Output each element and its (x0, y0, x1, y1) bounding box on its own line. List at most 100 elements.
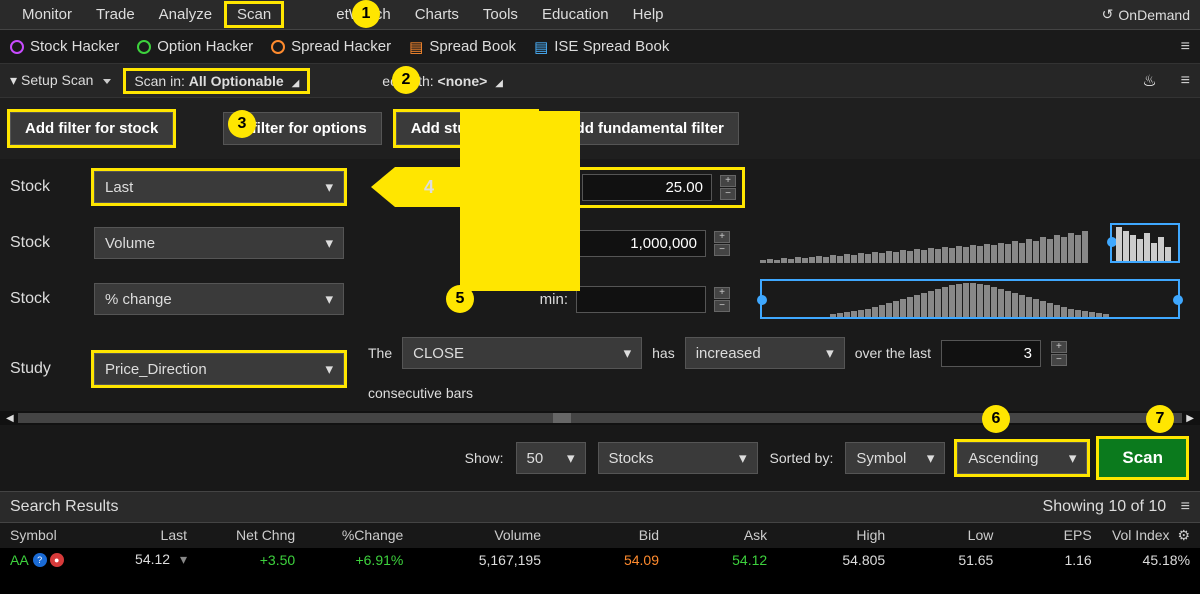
alert-icon[interactable]: ● (50, 553, 64, 567)
filter-field-dropdown[interactable]: % change▾ (94, 283, 344, 315)
cell-symbol: AA ? ● (10, 552, 79, 568)
add-fundamental-filter-button[interactable]: Add fundamental filter (550, 112, 739, 145)
sort-order-dropdown[interactable]: Ascending▾ (957, 442, 1087, 474)
step-up-button[interactable]: + (714, 231, 730, 243)
col-ask[interactable]: Ask (659, 527, 767, 544)
step-up-button[interactable]: + (1051, 341, 1067, 353)
study-direction-dropdown[interactable]: increased▾ (685, 337, 845, 369)
min-group: min: + − (518, 286, 730, 313)
consecutive-bars-label: consecutive bars (368, 385, 1190, 401)
stepper: + − (720, 175, 736, 200)
add-study-filter-button[interactable]: Add study filter (396, 112, 536, 145)
table-row[interactable]: AA ? ● 54.12 ▾ +3.50 +6.91% 5,167,195 54… (0, 548, 1200, 571)
ondemand-button[interactable]: ↺ OnDemand (1102, 6, 1190, 23)
horizontal-scrollbar[interactable]: ◀ ▶ (0, 411, 1200, 425)
callout-badge-5: 5 (446, 285, 474, 313)
histogram-pctchange[interactable] (760, 279, 1180, 319)
min-input[interactable] (582, 174, 712, 201)
scroll-right-icon[interactable]: ▶ (1186, 413, 1194, 424)
range-handle-right[interactable] (1173, 295, 1183, 305)
subtab-option-hacker[interactable]: Option Hacker (137, 38, 253, 55)
chevron-down-icon[interactable]: ▾ (180, 551, 187, 567)
show-kind-dropdown[interactable]: Stocks▾ (598, 442, 758, 474)
sizzle-icon[interactable]: ♨ (1142, 71, 1156, 91)
min-label: min: (524, 179, 574, 196)
info-icon[interactable]: ? (33, 553, 47, 567)
filter-field-dropdown[interactable]: Volume▾ (94, 227, 344, 259)
top-tab-monitor[interactable]: Monitor (10, 2, 84, 27)
subtab-ise-spread-book[interactable]: ▤ ISE Spread Book (534, 38, 669, 56)
sorted-by-label: Sorted by: (770, 450, 834, 466)
subtab-spread-book[interactable]: ▤ Spread Book (409, 38, 516, 56)
histogram-volume (760, 223, 1180, 263)
callout-badge-7: 7 (1146, 405, 1174, 433)
min-input[interactable] (576, 286, 706, 313)
study-row: Study Price_Direction▾ The CLOSE▾ has in… (0, 327, 1200, 411)
step-down-button[interactable]: − (714, 300, 730, 312)
cell-netchng: +3.50 (187, 552, 295, 568)
col-volindex[interactable]: Vol Index ⚙ (1092, 527, 1190, 544)
add-filter-stock-button[interactable]: Add filter for stock (10, 112, 173, 145)
cell-pctchange: +6.91% (295, 552, 403, 568)
filter-type-label: Stock (10, 290, 80, 308)
scroll-left-icon[interactable]: ◀ (6, 413, 14, 424)
col-symbol[interactable]: Symbol (10, 527, 79, 544)
setup-scan-dropdown[interactable]: ▾Setup Scan (10, 72, 111, 89)
col-low[interactable]: Low (885, 527, 993, 544)
menu-icon[interactable]: ≡ (1181, 38, 1190, 56)
results-header: Search Results Showing 10 of 10 ≡ (0, 491, 1200, 523)
top-tab-tools[interactable]: Tools (471, 2, 530, 27)
show-label: Show: (465, 450, 504, 466)
col-eps[interactable]: EPS (993, 527, 1091, 544)
step-up-button[interactable]: + (720, 175, 736, 187)
min-input[interactable] (576, 230, 706, 257)
histogram-selection[interactable] (1110, 223, 1180, 263)
show-bar: Show: 50▾ Stocks▾ Sorted by: Symbol▾ Asc… (0, 425, 1200, 491)
top-tab-help[interactable]: Help (621, 2, 676, 27)
top-tab-scan[interactable]: Scan (224, 1, 284, 28)
col-bid[interactable]: Bid (541, 527, 659, 544)
step-down-button[interactable]: − (714, 244, 730, 256)
top-tab-charts[interactable]: Charts (403, 2, 471, 27)
cell-last: 54.12 ▾ (79, 551, 187, 568)
col-last[interactable]: Last (79, 527, 187, 544)
col-high[interactable]: High (767, 527, 885, 544)
top-tab-education[interactable]: Education (530, 2, 621, 27)
step-down-button[interactable]: − (720, 188, 736, 200)
filter-row-volume: Stock Volume▾ min: + − (0, 215, 1200, 271)
min-group: min: + − (518, 230, 730, 257)
study-bars-input[interactable] (941, 340, 1041, 367)
subtab-spread-hacker[interactable]: Spread Hacker (271, 38, 391, 55)
subtab-stock-hacker[interactable]: Stock Hacker (10, 38, 119, 55)
clock-icon: ↺ (1102, 6, 1114, 23)
col-netchng[interactable]: Net Chng (187, 527, 295, 544)
top-menu-bar: Monitor Trade Analyze Scan 1 etWatch Cha… (0, 0, 1200, 30)
target-icon (10, 40, 24, 54)
stepper: + − (1051, 341, 1067, 366)
cell-ask: 54.12 (659, 552, 767, 568)
scan-button[interactable]: Scan (1099, 439, 1186, 477)
top-tab-analyze[interactable]: Analyze (147, 2, 224, 27)
col-pctchange[interactable]: %Change (295, 527, 403, 544)
step-up-button[interactable]: + (714, 287, 730, 299)
study-field-dropdown[interactable]: Price_Direction▾ (94, 353, 344, 385)
book-icon: ▤ (409, 38, 423, 56)
scan-in-dropdown[interactable]: Scan in: All Optionable ◢ (123, 68, 310, 94)
menu-icon[interactable]: ≡ (1181, 72, 1190, 90)
setup-scan-bar: ▾Setup Scan Scan in: All Optionable ◢ 2 … (0, 64, 1200, 98)
col-volume[interactable]: Volume (403, 527, 541, 544)
cell-low: 51.65 (885, 552, 993, 568)
top-tab-trade[interactable]: Trade (84, 2, 147, 27)
callout-arrow-4: 4 (395, 167, 463, 207)
filter-field-dropdown[interactable]: Last▾ (94, 171, 344, 203)
show-count-dropdown[interactable]: 50▾ (516, 442, 586, 474)
stepper: + − (714, 287, 730, 312)
study-close-dropdown[interactable]: CLOSE▾ (402, 337, 642, 369)
target-icon (271, 40, 285, 54)
menu-icon[interactable]: ≡ (1181, 498, 1190, 515)
gear-icon[interactable]: ⚙ (1177, 527, 1190, 543)
sort-field-dropdown[interactable]: Symbol▾ (845, 442, 945, 474)
step-down-button[interactable]: − (1051, 354, 1067, 366)
filter-button-bar: Add filter for stock 3 d filter for opti… (0, 98, 1200, 159)
cell-high: 54.805 (767, 552, 885, 568)
